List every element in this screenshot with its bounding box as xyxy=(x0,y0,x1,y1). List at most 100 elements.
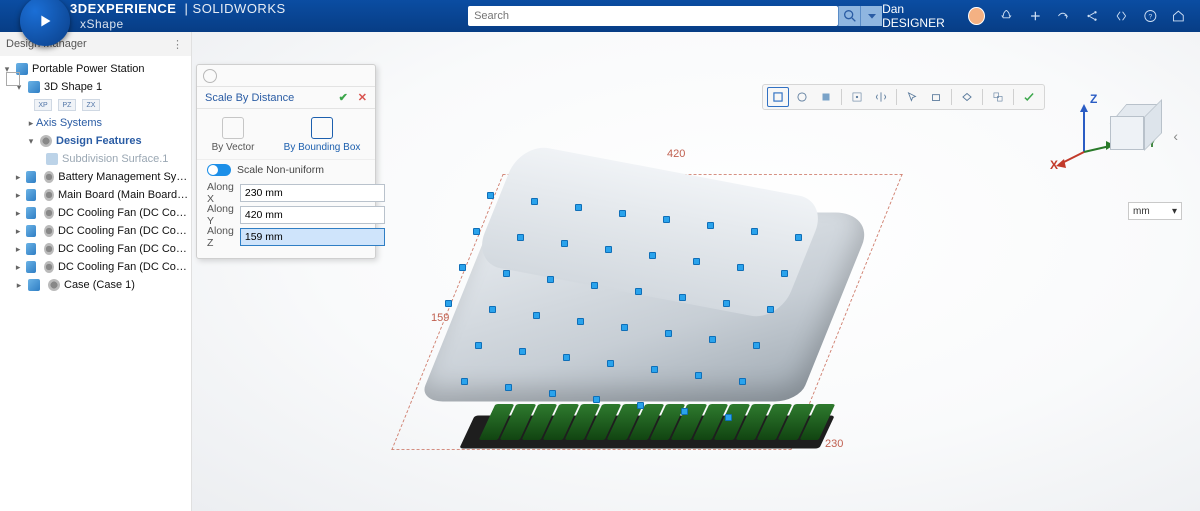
tree-item[interactable]: ▸DC Cooling Fan (DC Cooling F… xyxy=(0,204,191,222)
tool-reflect-icon[interactable] xyxy=(870,87,892,107)
mode-by-vector[interactable]: By Vector xyxy=(212,117,255,153)
subdiv-node[interactable] xyxy=(753,342,760,349)
tool-display-icon[interactable] xyxy=(815,87,837,107)
dialog-ok-icon[interactable]: ✔ xyxy=(339,91,348,104)
subdiv-node[interactable] xyxy=(621,324,628,331)
subdiv-node[interactable] xyxy=(679,294,686,301)
home-icon[interactable] xyxy=(1171,8,1186,24)
subdiv-node[interactable] xyxy=(605,246,612,253)
tool-box-icon[interactable] xyxy=(925,87,947,107)
dialog-header[interactable] xyxy=(197,65,375,87)
help-icon[interactable]: ? xyxy=(1143,8,1158,24)
tree-item[interactable]: ▸Main Board (Main Board - FFF 1) xyxy=(0,186,191,204)
search-button[interactable] xyxy=(838,6,860,26)
subdiv-node[interactable] xyxy=(503,270,510,277)
subdiv-node[interactable] xyxy=(751,228,758,235)
tool-select-icon[interactable] xyxy=(901,87,923,107)
subdiv-node[interactable] xyxy=(649,252,656,259)
mode-by-bbox[interactable]: By Bounding Box xyxy=(284,117,361,153)
subdiv-node[interactable] xyxy=(577,318,584,325)
nav-cube[interactable] xyxy=(1110,104,1160,154)
view-triad[interactable]: Y Z X xyxy=(1050,92,1160,192)
subdiv-node[interactable] xyxy=(707,222,714,229)
subdiv-node[interactable] xyxy=(739,378,746,385)
subdiv-node[interactable] xyxy=(725,414,732,421)
dialog-settings-icon[interactable] xyxy=(203,69,217,83)
subdiv-node[interactable] xyxy=(767,306,774,313)
input-along-z[interactable] xyxy=(240,228,385,246)
subdiv-node[interactable] xyxy=(795,234,802,241)
subdiv-node[interactable] xyxy=(695,372,702,379)
subdiv-node[interactable] xyxy=(651,366,658,373)
subdiv-node[interactable] xyxy=(593,396,600,403)
tree-features[interactable]: ▾Design Features xyxy=(0,132,191,150)
subdiv-node[interactable] xyxy=(723,300,730,307)
tree-axis[interactable]: ▸Axis Systems xyxy=(0,114,191,132)
subdiv-node[interactable] xyxy=(663,216,670,223)
subdiv-node[interactable] xyxy=(561,240,568,247)
subdiv-node[interactable] xyxy=(619,210,626,217)
toggle-nonuniform[interactable] xyxy=(207,164,231,176)
subdiv-node[interactable] xyxy=(781,270,788,277)
subdiv-node[interactable] xyxy=(549,390,556,397)
tree-item[interactable]: ▸Battery Management System (… xyxy=(0,168,191,186)
ruler-icon[interactable] xyxy=(6,72,20,86)
tool-fit-icon[interactable] xyxy=(767,87,789,107)
plane-chip[interactable]: PZ xyxy=(58,99,76,111)
subdiv-node[interactable] xyxy=(607,360,614,367)
share-nodes-icon[interactable] xyxy=(1085,8,1100,24)
subdiv-node[interactable] xyxy=(489,306,496,313)
tool-scale-icon[interactable] xyxy=(987,87,1009,107)
notify-icon[interactable] xyxy=(999,8,1014,24)
subdiv-node[interactable] xyxy=(473,228,480,235)
subdiv-node[interactable] xyxy=(519,348,526,355)
tool-cage-icon[interactable] xyxy=(846,87,868,107)
confirm-icon[interactable] xyxy=(1018,87,1040,107)
dialog-close-icon[interactable]: ✕ xyxy=(358,91,367,104)
subdiv-node[interactable] xyxy=(681,408,688,415)
subdiv-node[interactable] xyxy=(517,234,524,241)
input-along-y[interactable] xyxy=(240,206,385,224)
subdiv-node[interactable] xyxy=(461,378,468,385)
subdiv-node[interactable] xyxy=(591,282,598,289)
subdiv-node[interactable] xyxy=(533,312,540,319)
nonuniform-row[interactable]: Scale Non-uniform xyxy=(197,159,375,180)
subdiv-node[interactable] xyxy=(665,330,672,337)
tree-subdiv[interactable]: Subdivision Surface.1 xyxy=(0,150,191,168)
collapse-right-icon[interactable]: ‹ xyxy=(1173,128,1178,144)
share-forward-icon[interactable] xyxy=(1056,8,1071,24)
subdiv-node[interactable] xyxy=(737,264,744,271)
panel-menu-icon[interactable]: ⋮ xyxy=(172,38,185,51)
tree-root[interactable]: ▾Portable Power Station xyxy=(0,60,191,78)
subdiv-node[interactable] xyxy=(475,342,482,349)
subdiv-node[interactable] xyxy=(487,192,494,199)
subdiv-node[interactable] xyxy=(637,402,644,409)
tree-item[interactable]: ▸DC Cooling Fan (DC Cooling F… xyxy=(0,258,191,276)
plane-chip[interactable]: ZX xyxy=(82,99,100,111)
plus-icon[interactable] xyxy=(1028,8,1043,24)
user-menu[interactable]: Dan DESIGNER xyxy=(882,2,985,30)
tool-globe-icon[interactable] xyxy=(791,87,813,107)
subdiv-node[interactable] xyxy=(459,264,466,271)
model[interactable]: 420 159 230 xyxy=(427,142,857,482)
input-along-x[interactable] xyxy=(240,184,385,202)
tree-item[interactable]: ▸DC Cooling Fan (DC Cooling F… xyxy=(0,240,191,258)
subdiv-node[interactable] xyxy=(635,288,642,295)
subdiv-node[interactable] xyxy=(531,198,538,205)
search-input[interactable] xyxy=(468,6,838,26)
tree-item[interactable]: ▸Case (Case 1) xyxy=(0,276,191,294)
subdiv-node[interactable] xyxy=(575,204,582,211)
plane-chip[interactable]: XP xyxy=(34,99,52,111)
tool-shape-icon[interactable] xyxy=(956,87,978,107)
unit-selector[interactable]: mm▾ xyxy=(1128,202,1182,220)
subdiv-node[interactable] xyxy=(563,354,570,361)
subdiv-node[interactable] xyxy=(547,276,554,283)
subdiv-node[interactable] xyxy=(709,336,716,343)
apps-icon[interactable] xyxy=(1114,8,1129,24)
tree-shape[interactable]: ▾3D Shape 1 xyxy=(0,78,191,96)
subdiv-node[interactable] xyxy=(693,258,700,265)
search-dropdown[interactable] xyxy=(860,6,882,26)
tree-item[interactable]: ▸DC Cooling Fan (DC Cooling F… xyxy=(0,222,191,240)
subdiv-node[interactable] xyxy=(505,384,512,391)
subdiv-node[interactable] xyxy=(445,300,452,307)
